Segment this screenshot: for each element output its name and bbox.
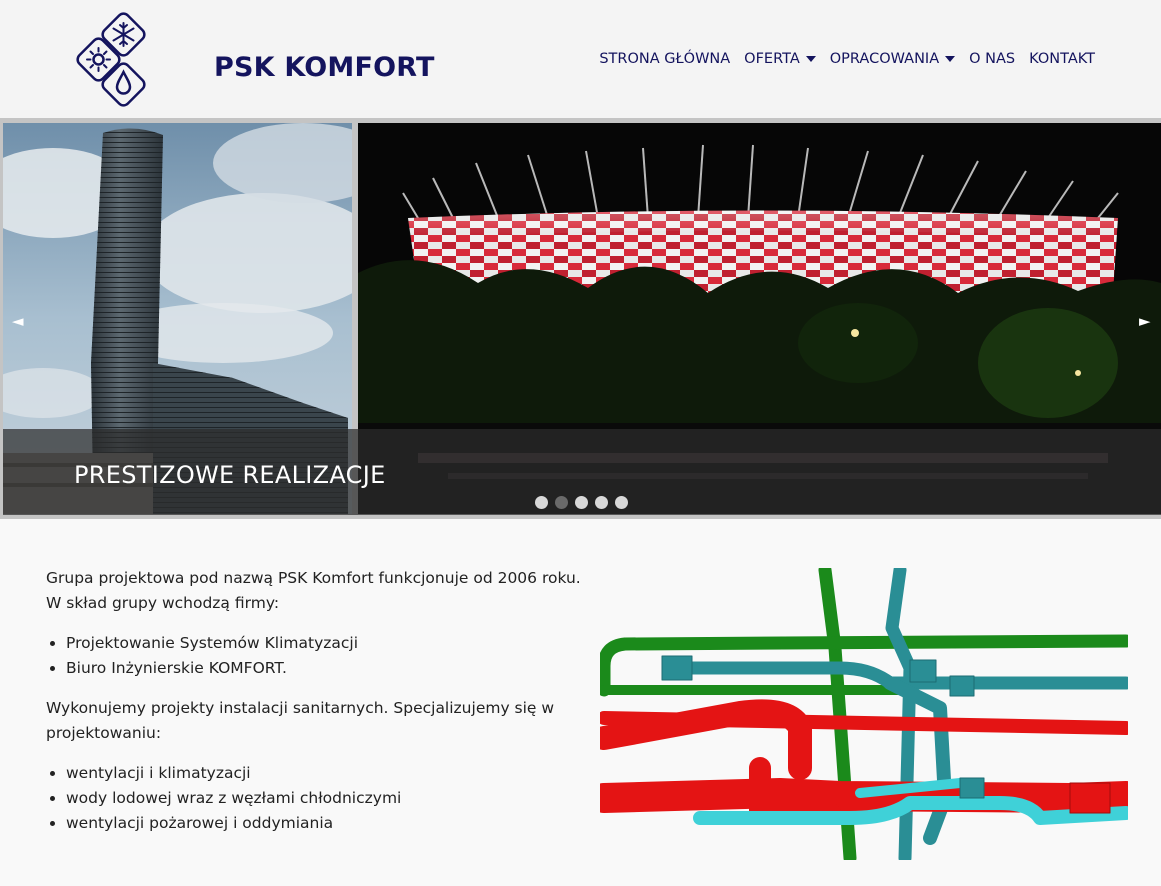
list-item: wentylacji pożarowej i oddymiania (66, 811, 586, 836)
main-nav: STRONA GŁÓWNA OFERTA OPRACOWANIA O NAS K… (585, 51, 1095, 67)
slide-caption: PRESTIZOWE REALIZACJE (74, 461, 386, 489)
slider-dot-active[interactable] (555, 496, 568, 509)
intro-line: W skład grupy wchodzą firmy: (46, 594, 280, 612)
brand-name: PSK KOMFORT (214, 52, 435, 83)
nav-item-label: OPRACOWANIA (829, 51, 940, 67)
list-item: Biuro Inżynierskie KOMFORT. (66, 656, 586, 681)
specialization-paragraph: Wykonujemy projekty instalacji sanitarny… (46, 699, 555, 742)
sun-icon (76, 37, 121, 82)
list-item: wentylacji i klimatyzacji (66, 761, 586, 786)
logo[interactable]: PSK KOMFORT (76, 12, 434, 110)
list-item: wody lodowej wraz z węzłami chłodniczymi (66, 786, 586, 811)
nav-item-studies[interactable]: OPRACOWANIA (829, 51, 956, 67)
services-list: wentylacji i klimatyzacji wody lodowej w… (66, 761, 586, 836)
nav-item-contact[interactable]: KONTAKT (1029, 51, 1095, 67)
intro-section: Grupa projektowa pod nazwą PSK Komfort f… (46, 566, 586, 851)
nav-item-label: STRONA GŁÓWNA (599, 51, 731, 67)
caret-down-icon (805, 56, 816, 62)
prev-arrow-icon[interactable]: ◄ (12, 312, 24, 330)
slider-dot[interactable] (575, 496, 588, 509)
nav-item-offer[interactable]: OFERTA (744, 51, 816, 67)
slider-dot[interactable] (535, 496, 548, 509)
slider-dot[interactable] (595, 496, 608, 509)
list-item: Projektowanie Systemów Klimatyzacji (66, 631, 586, 656)
nav-item-about[interactable]: O NAS (969, 51, 1015, 67)
hero-slider: PRESTIZOWE REALIZACJE ◄ ► (0, 118, 1161, 519)
pipes-illustration (589, 563, 1141, 865)
nav-item-label: OFERTA (744, 51, 800, 67)
intro-line: Grupa projektowa pod nazwą PSK Komfort f… (46, 569, 581, 587)
nav-item-label: KONTAKT (1029, 51, 1095, 67)
next-arrow-icon[interactable]: ► (1139, 312, 1151, 330)
nav-item-label: O NAS (969, 51, 1016, 67)
intro-paragraph: Grupa projektowa pod nazwą PSK Komfort f… (46, 566, 586, 616)
company-list: Projektowanie Systemów Klimatyzacji Biur… (66, 631, 586, 681)
site-header: PSK KOMFORT STRONA GŁÓWNA OFERTA OPRACOW… (0, 0, 1161, 118)
nav-item-home[interactable]: STRONA GŁÓWNA (599, 51, 730, 67)
slider-pagination (535, 496, 635, 509)
caret-down-icon (945, 56, 956, 62)
slider-dot[interactable] (615, 496, 628, 509)
